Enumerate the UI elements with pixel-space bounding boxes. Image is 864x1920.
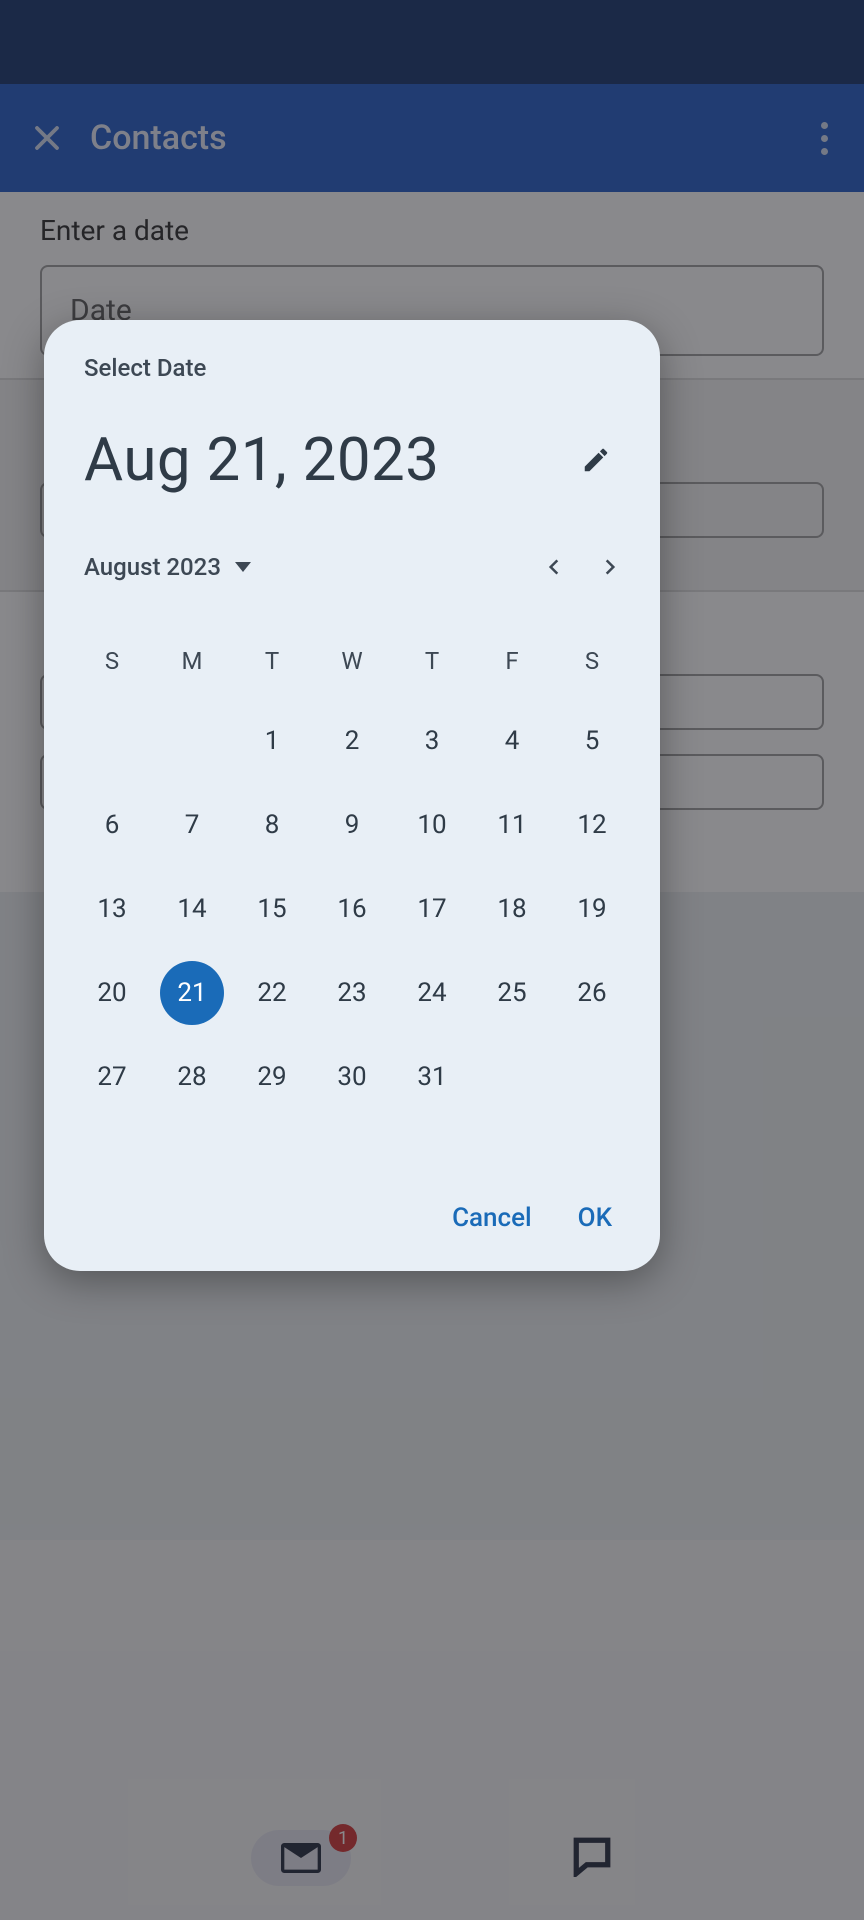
calendar-day[interactable]: 13 [72, 873, 152, 945]
calendar-day[interactable]: 8 [232, 789, 312, 861]
calendar-day[interactable]: 5 [552, 705, 632, 777]
calendar-day[interactable]: 22 [232, 957, 312, 1029]
day-of-week-label: T [392, 629, 472, 693]
selected-date-display: Aug 21, 2023 [84, 424, 439, 495]
calendar-day[interactable]: 10 [392, 789, 472, 861]
calendar-day[interactable]: 21 [152, 957, 232, 1029]
month-dropdown[interactable]: August 2023 [84, 553, 251, 581]
calendar-empty [72, 705, 152, 777]
calendar-empty [152, 705, 232, 777]
calendar-empty [552, 1041, 632, 1113]
month-label: August 2023 [84, 553, 221, 581]
calendar-day[interactable]: 15 [232, 873, 312, 945]
dialog-title: Select Date [84, 354, 620, 382]
calendar-day[interactable]: 24 [392, 957, 472, 1029]
day-of-week-label: T [232, 629, 312, 693]
calendar-day[interactable]: 4 [472, 705, 552, 777]
calendar-day[interactable]: 25 [472, 957, 552, 1029]
cancel-button[interactable]: Cancel [452, 1203, 532, 1233]
calendar-empty [472, 1041, 552, 1113]
calendar-day[interactable]: 26 [552, 957, 632, 1029]
calendar-day[interactable]: 6 [72, 789, 152, 861]
chevron-down-icon [235, 562, 251, 572]
calendar-day[interactable]: 9 [312, 789, 392, 861]
calendar-day[interactable]: 12 [552, 789, 632, 861]
calendar-day[interactable]: 3 [392, 705, 472, 777]
day-of-week-label: M [152, 629, 232, 693]
calendar-day[interactable]: 17 [392, 873, 472, 945]
prev-month-button[interactable] [526, 539, 582, 595]
calendar-day[interactable]: 29 [232, 1041, 312, 1113]
calendar-day[interactable]: 31 [392, 1041, 472, 1113]
calendar-day[interactable]: 16 [312, 873, 392, 945]
calendar-day[interactable]: 20 [72, 957, 152, 1029]
day-of-week-label: W [312, 629, 392, 693]
ok-button[interactable]: OK [578, 1203, 612, 1233]
calendar-day[interactable]: 28 [152, 1041, 232, 1113]
calendar-day[interactable]: 7 [152, 789, 232, 861]
calendar-day[interactable]: 1 [232, 705, 312, 777]
calendar-day[interactable]: 2 [312, 705, 392, 777]
calendar-day[interactable]: 30 [312, 1041, 392, 1113]
calendar-day[interactable]: 14 [152, 873, 232, 945]
calendar-day[interactable]: 11 [472, 789, 552, 861]
day-of-week-label: S [72, 629, 152, 693]
next-month-button[interactable] [582, 539, 638, 595]
calendar-day[interactable]: 19 [552, 873, 632, 945]
day-of-week-label: S [552, 629, 632, 693]
calendar-grid: SMTWTFS 12345678910111213141516171819202… [44, 629, 660, 1113]
edit-icon[interactable] [572, 436, 620, 484]
calendar-day[interactable]: 18 [472, 873, 552, 945]
date-picker-dialog: Select Date Aug 21, 2023 August 2023 SMT… [44, 320, 660, 1271]
day-of-week-label: F [472, 629, 552, 693]
calendar-day[interactable]: 23 [312, 957, 392, 1029]
calendar-day[interactable]: 27 [72, 1041, 152, 1113]
